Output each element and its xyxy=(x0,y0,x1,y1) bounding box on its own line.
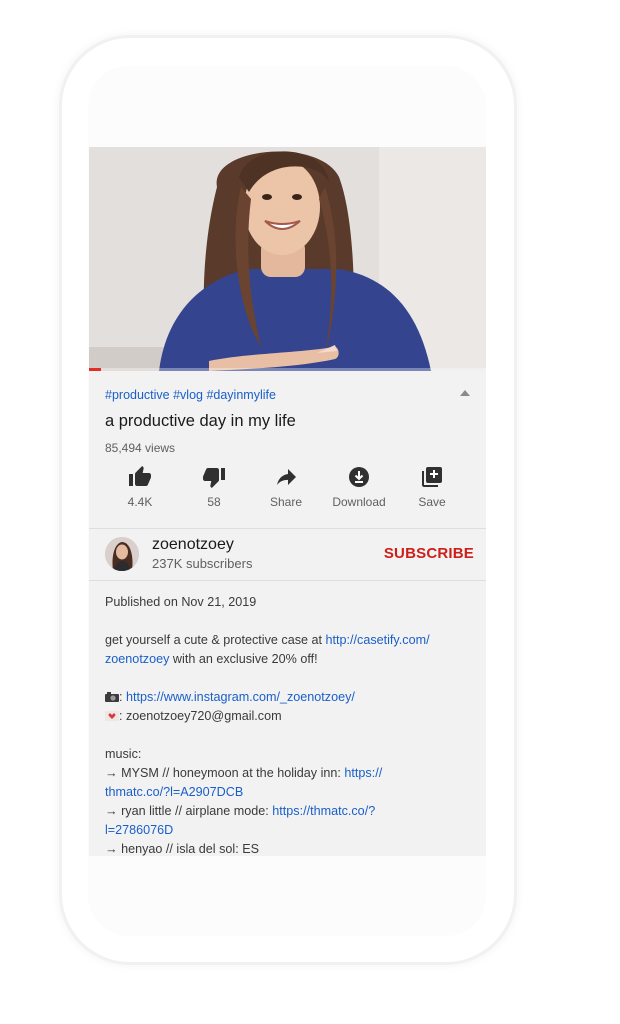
track-1-text: → MYSM // honeymoon at the holiday inn: xyxy=(105,766,345,780)
instagram-colon: : xyxy=(119,690,126,704)
collapse-description-icon[interactable] xyxy=(460,390,470,396)
avatar-image xyxy=(105,537,139,571)
dislike-button[interactable]: 58 xyxy=(178,464,250,509)
music-label: music: xyxy=(105,747,142,761)
thumbs-down-icon xyxy=(203,468,225,488)
channel-name[interactable]: zoenotzoey xyxy=(152,536,234,554)
thumbs-up-icon xyxy=(129,466,151,486)
video-hashtags[interactable]: #productive #vlog #dayinmylife xyxy=(105,388,276,402)
divider xyxy=(89,580,486,581)
download-label: Download xyxy=(332,495,386,509)
track-2-text: → ryan little // airplane mode: xyxy=(105,804,273,818)
save-label: Save xyxy=(418,495,446,509)
action-bar: 4.4K 58 Share Download Save xyxy=(89,464,486,514)
like-button[interactable]: 4.4K xyxy=(104,464,176,509)
track-2-link[interactable]: https://thmatc.co/? xyxy=(272,804,375,818)
view-count: 85,494 views xyxy=(105,441,176,455)
download-icon xyxy=(349,467,369,487)
subscribe-button[interactable]: SUBSCRIBE xyxy=(384,545,474,562)
dislike-count: 58 xyxy=(207,495,221,509)
instagram-link[interactable]: https://www.instagram.com/_zoenotzoey/ xyxy=(126,690,355,704)
like-count: 4.4K xyxy=(127,495,153,509)
love-letter-emoji-icon xyxy=(105,711,119,721)
track-2: → ryan little // airplane mode: https://… xyxy=(105,802,475,840)
camera-emoji-icon xyxy=(105,692,119,702)
track-3: → henyao // isla del sol: ES xyxy=(105,842,260,856)
video-player[interactable] xyxy=(89,147,486,371)
promo-paragraph: get yourself a cute & protective case at… xyxy=(105,631,475,669)
download-button[interactable]: Download xyxy=(323,464,395,509)
casetify-link[interactable]: http://casetify.com/ xyxy=(326,633,430,647)
save-playlist-icon xyxy=(422,467,442,487)
email-line: : zoenotzoey720@gmail.com xyxy=(105,707,475,726)
channel-row: zoenotzoey 237K subscribers SUBSCRIBE xyxy=(89,529,486,579)
channel-avatar[interactable] xyxy=(105,537,139,571)
subscriber-count: 237K subscribers xyxy=(152,556,253,571)
youtube-app-screen: #productive #vlog #dayinmylife a product… xyxy=(89,147,486,856)
video-progress-bar[interactable] xyxy=(89,368,486,371)
casetify-link-continued[interactable]: zoenotzoey xyxy=(105,652,169,666)
email-text: : zoenotzoey720@gmail.com xyxy=(119,709,282,723)
save-button[interactable]: Save xyxy=(396,464,468,509)
track-2-link-continued[interactable]: l=2786076D xyxy=(105,823,173,837)
video-frame-illustration xyxy=(89,147,486,371)
instagram-line: : https://www.instagram.com/_zoenotzoey/ xyxy=(105,688,475,707)
video-title: a productive day in my life xyxy=(105,412,296,430)
video-description: Published on Nov 21, 2019 get yourself a… xyxy=(105,593,475,856)
promo-text: get yourself a cute & protective case at xyxy=(105,633,326,647)
video-progress-fill xyxy=(89,368,101,371)
share-button[interactable]: Share xyxy=(250,464,322,509)
published-date: Published on Nov 21, 2019 xyxy=(105,595,257,609)
track-1-link[interactable]: https:// xyxy=(344,766,382,780)
track-1-link-continued[interactable]: thmatc.co/?l=A2907DCB xyxy=(105,785,243,799)
promo-text-end: with an exclusive 20% off! xyxy=(169,652,318,666)
track-1: → MYSM // honeymoon at the holiday inn: … xyxy=(105,764,475,802)
share-label: Share xyxy=(269,495,303,509)
share-icon xyxy=(277,469,296,485)
